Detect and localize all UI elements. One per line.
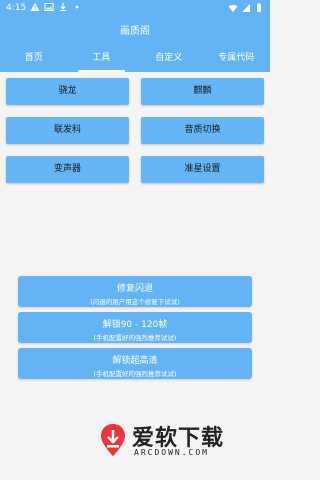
battery-icon: [257, 3, 261, 12]
unlock-fps-button[interactable]: 解锁90 - 120帧 (手机配置好的强烈推荐试试): [18, 312, 252, 343]
arcdown-logo-icon: [101, 424, 125, 456]
watermark: 爱软下载 ARCDOWN.COM: [98, 418, 248, 466]
download-icon: [60, 3, 66, 11]
image-icon: [44, 3, 54, 11]
tab-bar: 首页 工具 自定义 专属代码: [0, 46, 270, 72]
unlock-ultra-hd-subtitle: (手机配置好的强烈推荐试试): [93, 370, 177, 378]
audio-quality-switch-button[interactable]: 音质切换: [141, 117, 264, 144]
status-icons-right: [228, 3, 264, 13]
snapdragon-button[interactable]: 骁龙: [6, 78, 129, 105]
fix-crash-button[interactable]: 修复闪退 (闪退的用户用这个修复下试试): [18, 276, 252, 307]
status-time: 4:15: [6, 3, 27, 13]
app-header: 4:15 画质阁 首页 工具 自定义 专属代码: [0, 0, 270, 72]
tab-exclusive-code[interactable]: 专属代码: [203, 46, 271, 72]
warning-icon: [30, 3, 40, 11]
crosshair-settings-button[interactable]: 准星设置: [141, 156, 264, 183]
mediatek-button[interactable]: 联发科: [6, 117, 129, 144]
unlock-fps-title: 解锁90 - 120帧: [102, 320, 168, 330]
fix-crash-subtitle: (闪退的用户用这个修复下试试): [90, 298, 180, 306]
status-bar: 4:15: [0, 0, 270, 18]
wifi-icon: [228, 4, 238, 12]
signal-icon: [242, 4, 250, 12]
tab-custom[interactable]: 自定义: [135, 46, 203, 72]
kirin-button[interactable]: 麒麟: [141, 78, 264, 105]
unlock-fps-subtitle: (手机配置好的强烈推荐试试): [93, 334, 177, 342]
tab-home[interactable]: 首页: [0, 46, 68, 72]
tab-tools[interactable]: 工具: [68, 46, 136, 72]
fix-crash-title: 修复闪退: [116, 284, 153, 294]
watermark-sub: ARCDOWN.COM: [134, 448, 209, 457]
status-icons-left: [30, 2, 82, 12]
unlock-ultra-hd-button[interactable]: 解锁超高清 (手机配置好的强烈推荐试试): [18, 348, 252, 379]
unlock-ultra-hd-title: 解锁超高清: [112, 356, 158, 366]
app-title: 画质阁: [120, 26, 150, 37]
dot-icon: [75, 5, 79, 9]
voice-changer-button[interactable]: 变声器: [6, 156, 129, 183]
